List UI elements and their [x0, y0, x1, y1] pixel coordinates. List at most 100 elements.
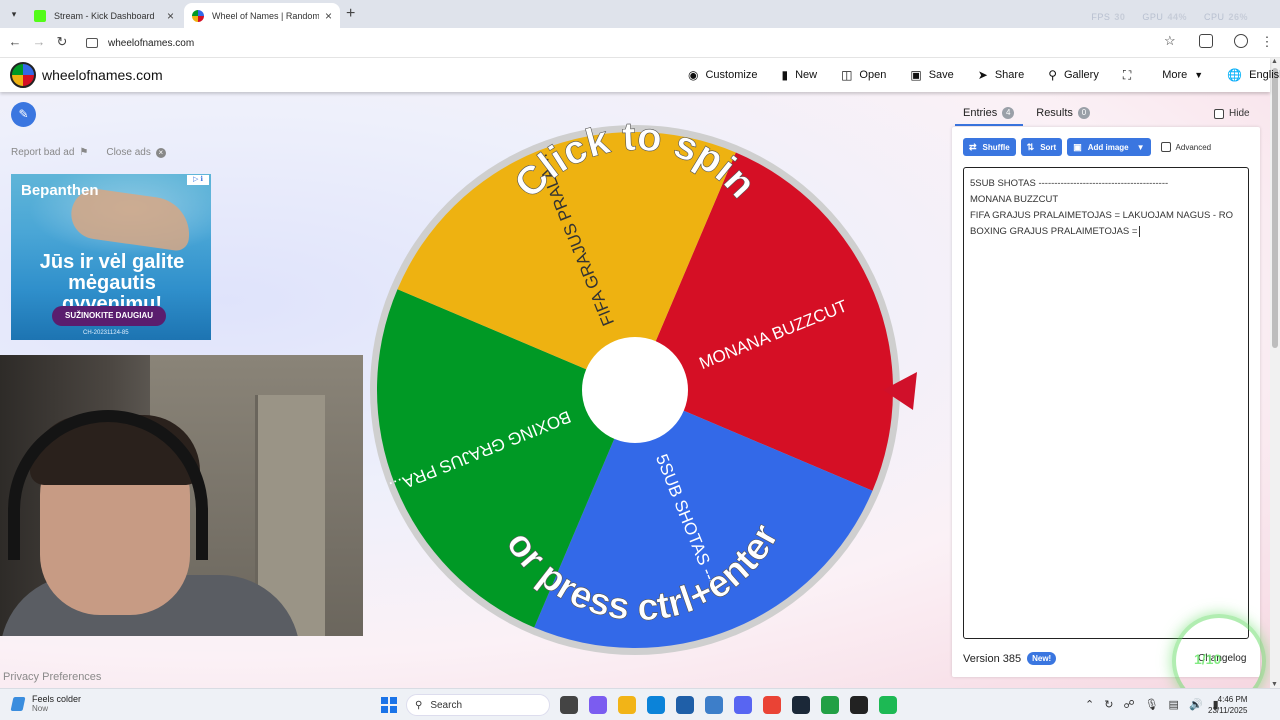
taskbar-app-icon[interactable] [560, 696, 578, 714]
privacy-preferences-link[interactable]: Privacy Preferences [3, 671, 101, 683]
profile-icon[interactable] [1234, 34, 1248, 48]
taskbar-search[interactable]: ⚲ Search [406, 694, 550, 716]
language-button[interactable]: 🌐English [1227, 68, 1280, 82]
taskbar-app-icon[interactable] [821, 696, 839, 714]
taskbar-clock[interactable]: 4:46 PM 23/11/2025 [1208, 694, 1247, 716]
weather-widget[interactable]: Feels colder Now [10, 694, 81, 713]
scroll-down-icon[interactable]: ▼ [1271, 681, 1278, 688]
taskbar-app-icon[interactable] [705, 696, 723, 714]
site-info-icon[interactable] [86, 38, 98, 48]
taskbar-app-icon[interactable] [618, 696, 636, 714]
entries-textarea[interactable]: 5SUB SHOTAS ----------------------------… [963, 167, 1249, 639]
close-tab-icon[interactable]: × [325, 9, 332, 23]
add-image-button[interactable]: ▣ Add image ▼ [1067, 138, 1151, 156]
windows-taskbar: Feels colder Now ⚲ Search ⌃ ↻ ☍ 🎙 ▤ 🔊 ▮ 4… [0, 688, 1280, 720]
taskbar-app-icon[interactable] [734, 696, 752, 714]
taskbar-app-icon[interactable] [792, 696, 810, 714]
ad-brand: Bepanthen [21, 182, 99, 199]
share-button[interactable]: ➤ Share [978, 68, 1024, 82]
new-badge[interactable]: New! [1027, 652, 1057, 665]
advanced-checkbox[interactable]: Advanced [1160, 142, 1211, 152]
wheel-container[interactable]: MONANA BUZZCUT 5SUB SHOTAS ----- BOXING GR… [365, 114, 925, 665]
close-circle-icon: × [155, 147, 166, 158]
forward-icon[interactable]: → [30, 34, 48, 49]
taskbar-app-icon[interactable] [647, 696, 665, 714]
globe-icon: 🌐 [1227, 68, 1243, 82]
extensions-icon[interactable] [1199, 34, 1213, 48]
save-button[interactable]: ▣ Save [910, 68, 953, 82]
palette-icon: ◉ [688, 68, 699, 82]
taskbar-app-icon[interactable] [850, 696, 868, 714]
wheel-favicon-icon [192, 9, 204, 22]
network-icon[interactable]: ▤ [1169, 698, 1179, 711]
scrollbar-thumb[interactable] [1272, 68, 1278, 348]
ad-links: Report bad ad ⚑ Close ads × [11, 147, 166, 158]
browser-tab-kick[interactable]: Stream - Kick Dashboard × [26, 3, 182, 28]
customize-button[interactable]: ◉ Customize [688, 68, 757, 82]
folder-open-icon: ◫ [841, 68, 853, 82]
webcam-overlay [0, 355, 363, 636]
new-tab-button[interactable]: + [346, 5, 355, 23]
clock-date: 23/11/2025 [1208, 706, 1248, 715]
reload-icon[interactable]: ↻ [53, 34, 71, 50]
report-bad-ad-link[interactable]: Report bad ad ⚑ [11, 147, 88, 158]
ad-code: CH-20231124-85 [83, 330, 129, 336]
taskbar-app-icon[interactable] [763, 696, 781, 714]
wheel-center-hub[interactable] [582, 337, 688, 443]
edit-pencil-button[interactable]: ✎ [11, 102, 36, 127]
browser-tab-bar: ▾ Stream - Kick Dashboard × Wheel of Nam… [0, 0, 1280, 28]
entries-results-tabs: Entries 4 Results 0 [963, 107, 1090, 119]
notifications-off-icon[interactable]: ☍ [1123, 698, 1134, 711]
back-icon[interactable]: ← [6, 34, 24, 49]
entries-toolbar: ⇄ Shuffle ⇅ Sort ▣ Add image ▼ Advanced [963, 138, 1211, 156]
taskbar-app-icon[interactable] [879, 696, 897, 714]
tray-chevron-icon[interactable]: ⌃ [1085, 698, 1094, 711]
tab-results[interactable]: Results 0 [1036, 107, 1090, 119]
shuffle-button[interactable]: ⇄ Shuffle [963, 138, 1016, 156]
kick-favicon-icon [34, 9, 46, 22]
url-field[interactable]: wheelofnames.com [80, 32, 1190, 54]
clock-time: 4:46 PM [1217, 695, 1248, 704]
taskbar-app-icon[interactable] [676, 696, 694, 714]
gallery-button[interactable]: ⚲ Gallery [1048, 68, 1099, 82]
text-cursor [1139, 225, 1141, 237]
entry-line-active: BOXING GRAJUS PRALAIMETOJAS = [970, 224, 1242, 240]
bookmark-star-icon[interactable]: ☆ [1164, 33, 1176, 49]
weather-icon [10, 696, 26, 711]
advertisement-banner[interactable]: Bepanthen ▷ ℹ Jūs ir vėl galite mėgautis… [11, 174, 211, 340]
close-ads-link[interactable]: Close ads × [106, 147, 166, 158]
hide-checkbox[interactable]: Hide [1214, 108, 1250, 119]
wheel-logo-icon[interactable] [10, 62, 36, 88]
share-icon: ➤ [977, 68, 988, 82]
entry-line: MONANA BUZZCUT [970, 194, 1059, 205]
sort-button[interactable]: ⇅ Sort [1020, 138, 1063, 156]
volume-icon[interactable]: 🔊 [1189, 698, 1203, 711]
system-tray: ⌃ ↻ ☍ 🎙 ▤ 🔊 ▮ [1085, 698, 1219, 711]
taskbar-app-icon[interactable] [589, 696, 607, 714]
page-scrollbar[interactable]: ▲ ▼ [1270, 58, 1280, 688]
checkbox-icon[interactable] [1160, 142, 1171, 152]
browser-tab-wheelofnames[interactable]: Wheel of Names | Random nam × [184, 3, 340, 28]
results-count-badge: 0 [1077, 107, 1090, 119]
entry-line: FIFA GRAJUS PRALAIMETOJAS = LAKUOJAM NAG… [970, 210, 1233, 221]
tab-entries[interactable]: Entries 4 [963, 107, 1015, 119]
close-tab-icon[interactable]: × [167, 9, 174, 23]
checkbox-icon[interactable] [1214, 108, 1224, 119]
sync-icon[interactable]: ↻ [1104, 698, 1113, 711]
more-menu-button[interactable]: More ▼ [1162, 69, 1203, 81]
browser-menu-icon[interactable]: ⋮ [1258, 34, 1276, 50]
ad-cta-button[interactable]: SUŽINOKITE DAUGIAU [52, 306, 166, 326]
fullscreen-button[interactable]: ⛶ [1123, 68, 1138, 83]
taskbar-apps [560, 696, 897, 714]
site-logo-text[interactable]: wheelofnames.com [42, 67, 163, 83]
adchoices-icon[interactable]: ▷ ℹ [187, 175, 209, 185]
spinning-wheel[interactable]: MONANA BUZZCUT5SUB SHOTAS -----BOXING GR… [365, 114, 925, 665]
new-button[interactable]: ▮ New [781, 68, 817, 82]
open-button[interactable]: ◫ Open [841, 68, 886, 82]
tab-search-dropdown-icon[interactable]: ▾ [6, 6, 22, 22]
entries-count-badge: 4 [1002, 107, 1015, 119]
file-icon: ▮ [781, 68, 789, 82]
start-windows-icon[interactable] [381, 697, 397, 713]
microphone-icon[interactable]: 🎙 [1145, 698, 1159, 711]
url-text: wheelofnames.com [108, 37, 195, 49]
